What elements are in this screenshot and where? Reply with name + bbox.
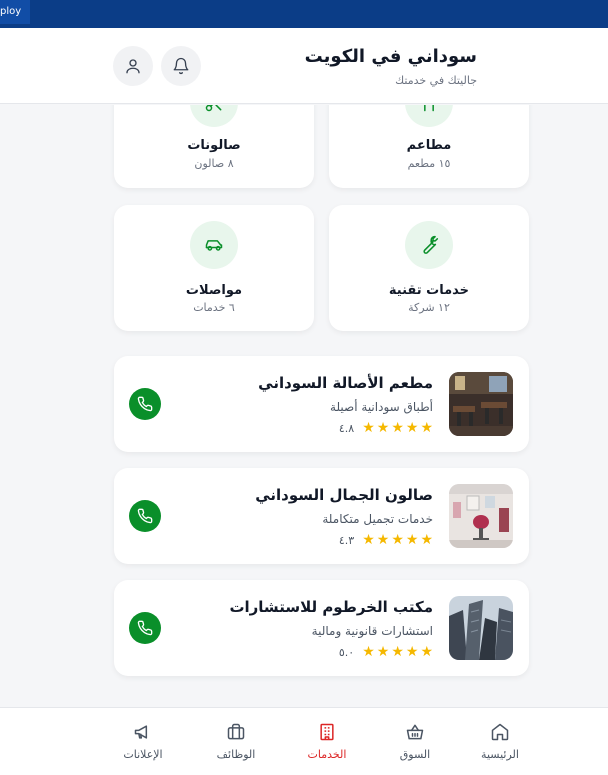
business-name: مطعم الأصالة السوداني	[258, 374, 433, 392]
category-count: ١٢ شركة	[408, 301, 450, 314]
call-button[interactable]	[129, 612, 161, 644]
rating-score: ٤.٨	[338, 421, 355, 435]
page-title: سوداني في الكويت	[304, 46, 477, 67]
nav-ads[interactable]: الإعلانات	[103, 722, 183, 761]
category-count: ٦ خدمات	[193, 301, 235, 314]
star-icon: ★	[391, 644, 404, 660]
star-icon: ★	[405, 644, 419, 660]
nav-jobs[interactable]: الوظائف	[196, 722, 276, 761]
nav-home-label: الرئيسية	[481, 748, 519, 761]
basket-icon	[406, 724, 424, 740]
business-name: مكتب الخرطوم للاستشارات	[229, 598, 433, 616]
nav-ads-label: الإعلانات	[123, 748, 163, 761]
category-count: ١٥ مطعم	[407, 157, 451, 170]
phone-icon	[137, 620, 153, 636]
nav-services[interactable]: الخدمات	[287, 722, 367, 761]
star-icon: ★	[405, 420, 419, 436]
nav-market-label: السوق	[399, 748, 431, 761]
wrench-icon	[405, 221, 453, 269]
home-icon	[491, 723, 509, 741]
star-icon: ★	[391, 420, 404, 436]
rating: ★ ★ ★ ★ ★ ٥.٠	[339, 644, 433, 660]
call-button[interactable]	[129, 500, 161, 532]
rating-score: ٤.٣	[338, 533, 355, 547]
business-card[interactable]: مطعم الأصالة السوداني أطباق سودانية أصيل…	[114, 356, 529, 452]
building-icon	[320, 723, 334, 741]
business-description: أطباق سودانية أصيلة	[330, 400, 433, 414]
restaurant-icon	[405, 105, 453, 127]
business-description: خدمات تجميل متكاملة	[322, 512, 433, 526]
office-photo	[449, 596, 513, 660]
star-icon: ★	[362, 644, 375, 660]
notifications-button[interactable]	[161, 46, 201, 86]
bottom-nav: الرئيسية السوق الخدمات الوظائف الإعلانات	[0, 707, 608, 775]
category-name: مواصلات	[185, 283, 243, 298]
star-icon: ★	[362, 420, 375, 436]
business-card[interactable]: مكتب الخرطوم للاستشارات استشارات قانونية…	[114, 580, 529, 676]
user-icon	[126, 59, 140, 74]
business-description: استشارات قانونية ومالية	[311, 624, 433, 638]
scissors-icon	[190, 105, 238, 127]
deploy-tag[interactable]: ploy	[0, 0, 30, 24]
star-icon: ★	[405, 532, 419, 548]
phone-icon	[137, 396, 153, 412]
main-content: مطاعم ١٥ مطعم صالونات ٨ صالون خدمات تقني…	[0, 105, 608, 707]
rating-score: ٥.٠	[338, 645, 355, 659]
call-button[interactable]	[129, 388, 161, 420]
page-subtitle: جاليتك في خدمتك	[395, 74, 477, 87]
nav-market[interactable]: السوق	[375, 722, 455, 761]
business-name: صالون الجمال السوداني	[255, 486, 433, 504]
nav-home[interactable]: الرئيسية	[460, 722, 540, 761]
megaphone-icon	[134, 725, 148, 739]
star-icon: ★	[420, 644, 433, 660]
nav-services-label: الخدمات	[307, 748, 347, 761]
star-icon: ★	[391, 532, 404, 548]
briefcase-icon	[227, 723, 245, 740]
star-icon: ★	[420, 532, 433, 548]
car-icon	[190, 221, 238, 269]
salon-photo	[449, 484, 513, 548]
app-header: سوداني في الكويت جاليتك في خدمتك	[0, 28, 608, 104]
profile-button[interactable]	[113, 46, 153, 86]
category-card-tech-services[interactable]: خدمات تقنية ١٢ شركة	[329, 205, 529, 331]
restaurant-photo	[449, 372, 513, 436]
star-icon: ★	[376, 532, 390, 548]
star-icon: ★	[376, 644, 390, 660]
bell-icon	[173, 57, 189, 75]
phone-icon	[137, 508, 153, 524]
browser-top-strip: ploy	[0, 0, 608, 28]
rating: ★ ★ ★ ★ ★ ٤.٨	[339, 420, 433, 436]
category-name: صالونات	[187, 138, 241, 153]
business-card[interactable]: صالون الجمال السوداني خدمات تجميل متكامل…	[114, 468, 529, 564]
star-icon: ★	[362, 532, 375, 548]
nav-jobs-label: الوظائف	[216, 748, 256, 761]
category-count: ٨ صالون	[194, 157, 234, 170]
rating: ★ ★ ★ ★ ★ ٤.٣	[339, 532, 433, 548]
category-name: مطاعم	[406, 138, 452, 153]
category-name: خدمات تقنية	[388, 283, 470, 298]
category-card-salons[interactable]: صالونات ٨ صالون	[114, 105, 314, 188]
star-icon: ★	[376, 420, 390, 436]
star-icon: ★	[420, 420, 433, 436]
category-card-transport[interactable]: مواصلات ٦ خدمات	[114, 205, 314, 331]
category-card-restaurants[interactable]: مطاعم ١٥ مطعم	[329, 105, 529, 188]
